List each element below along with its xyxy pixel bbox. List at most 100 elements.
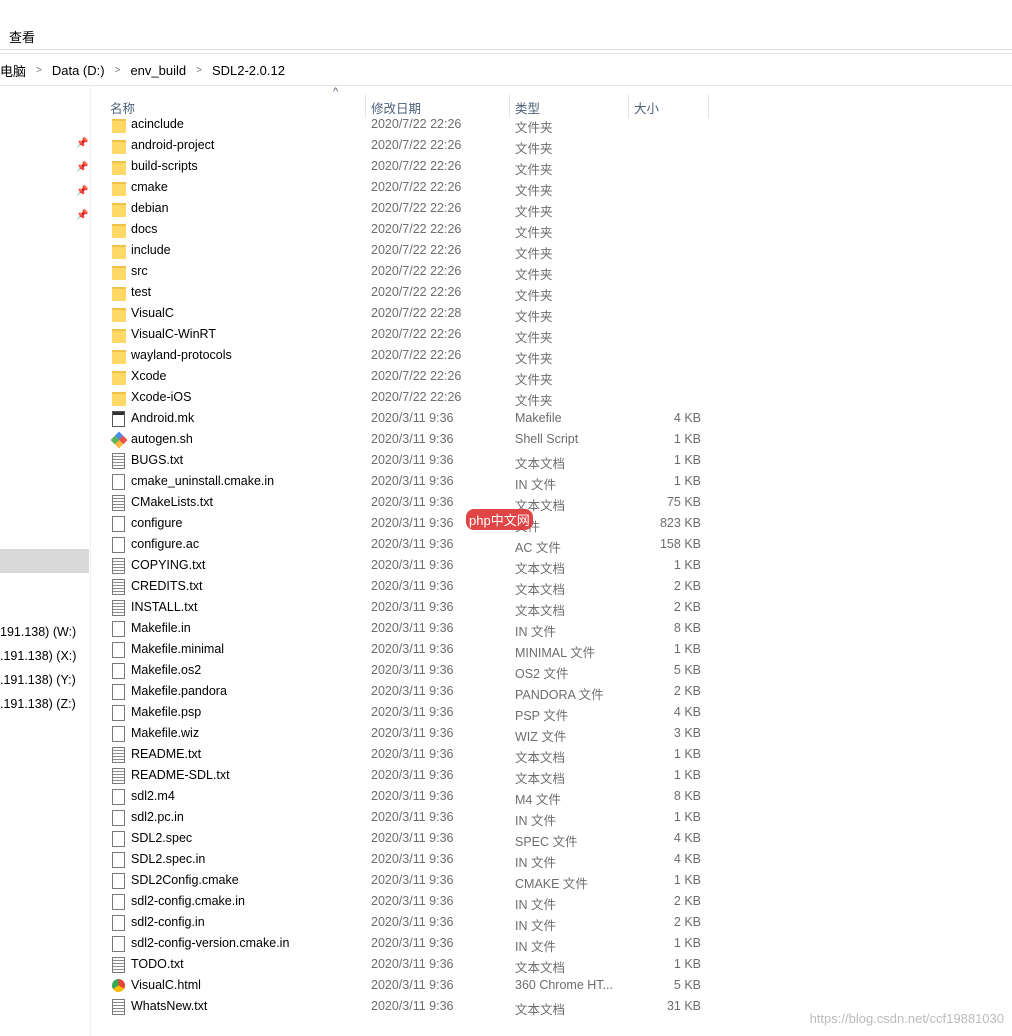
file-name: cmake_uninstall.cmake.in — [131, 474, 275, 488]
selected-nav-item[interactable] — [0, 549, 89, 573]
breadcrumb-drive[interactable]: Data (D:) — [52, 63, 105, 78]
file-row[interactable]: Makefile.pandora 2020/3/11 9:36 PANDORA … — [104, 681, 714, 702]
file-row[interactable]: SDL2Config.cmake 2020/3/11 9:36 CMAKE 文件… — [104, 870, 714, 891]
folder-icon — [112, 119, 126, 133]
file-row[interactable]: wayland-protocols 2020/7/22 22:26 文件夹 — [104, 345, 714, 366]
file-row[interactable]: src 2020/7/22 22:26 文件夹 — [104, 261, 714, 282]
file-row[interactable]: sdl2.m4 2020/3/11 9:36 M4 文件 8 KB — [104, 786, 714, 807]
file-date: 2020/7/22 22:26 — [371, 243, 462, 257]
file-size: 1 KB — [673, 432, 701, 446]
file-icon — [112, 663, 125, 679]
network-drive-z[interactable]: .191.138) (Z:) — [0, 697, 76, 711]
file-type: 文件夹 — [515, 268, 553, 282]
file-size: 4 KB — [673, 852, 701, 866]
file-row[interactable]: configure 2020/3/11 9:36 文件 823 KB — [104, 513, 714, 534]
file-type: 文件夹 — [515, 394, 553, 408]
file-row[interactable]: sdl2-config-version.cmake.in 2020/3/11 9… — [104, 933, 714, 954]
navigation-pane: 📌 📌 📌 📌 191.138) (W:) .191.138) (X:) .19… — [0, 86, 91, 1036]
chevron-right-icon[interactable]: > — [36, 65, 42, 76]
file-row[interactable]: include 2020/7/22 22:26 文件夹 — [104, 240, 714, 261]
network-drive-w[interactable]: 191.138) (W:) — [0, 625, 76, 639]
file-row[interactable]: docs 2020/7/22 22:26 文件夹 — [104, 219, 714, 240]
pin-icon[interactable]: 📌 — [76, 162, 88, 173]
file-icon — [112, 810, 125, 826]
file-name: SDL2Config.cmake — [131, 873, 239, 887]
file-type: CMAKE 文件 — [515, 877, 588, 891]
pin-icon[interactable]: 📌 — [76, 138, 88, 149]
breadcrumb-pc[interactable]: 电脑 — [0, 61, 26, 80]
file-row[interactable]: cmake_uninstall.cmake.in 2020/3/11 9:36 … — [104, 471, 714, 492]
file-date: 2020/7/22 22:26 — [371, 117, 462, 131]
file-icon — [112, 621, 125, 637]
file-row[interactable]: BUGS.txt 2020/3/11 9:36 文本文档 1 KB — [104, 450, 714, 471]
file-date: 2020/3/11 9:36 — [371, 957, 454, 971]
file-type: M4 文件 — [515, 793, 561, 807]
file-row[interactable]: COPYING.txt 2020/3/11 9:36 文本文档 1 KB — [104, 555, 714, 576]
file-row[interactable]: acinclude 2020/7/22 22:26 文件夹 — [104, 114, 714, 135]
file-type: Shell Script — [515, 432, 579, 446]
file-icon — [112, 705, 125, 721]
file-date: 2020/3/11 9:36 — [371, 936, 454, 950]
file-row[interactable]: sdl2-config.in 2020/3/11 9:36 IN 文件 2 KB — [104, 912, 714, 933]
php-watermark: php中文网 — [466, 509, 533, 530]
file-icon — [112, 873, 125, 889]
file-row[interactable]: sdl2.pc.in 2020/3/11 9:36 IN 文件 1 KB — [104, 807, 714, 828]
file-row[interactable]: Android.mk 2020/3/11 9:36 Makefile 4 KB — [104, 408, 714, 429]
file-row[interactable]: android-project 2020/7/22 22:26 文件夹 — [104, 135, 714, 156]
folder-icon — [112, 350, 126, 364]
file-row[interactable]: autogen.sh 2020/3/11 9:36 Shell Script 1… — [104, 429, 714, 450]
file-row[interactable]: README.txt 2020/3/11 9:36 文本文档 1 KB — [104, 744, 714, 765]
file-row[interactable]: Makefile.in 2020/3/11 9:36 IN 文件 8 KB — [104, 618, 714, 639]
folder-icon — [112, 140, 126, 154]
file-type: PSP 文件 — [515, 709, 569, 723]
breadcrumb-current[interactable]: SDL2-2.0.12 — [212, 63, 285, 78]
file-row[interactable]: SDL2.spec 2020/3/11 9:36 SPEC 文件 4 KB — [104, 828, 714, 849]
file-row[interactable]: VisualC 2020/7/22 22:28 文件夹 — [104, 303, 714, 324]
file-size: 1 KB — [673, 453, 701, 467]
menu-view[interactable]: 查看 — [9, 27, 35, 46]
pin-icon[interactable]: 📌 — [76, 186, 88, 197]
chevron-right-icon[interactable]: > — [196, 65, 202, 76]
file-type: 文本文档 — [515, 604, 566, 618]
file-type: 文本文档 — [515, 457, 566, 471]
chevron-right-icon[interactable]: > — [115, 65, 121, 76]
folder-icon — [112, 266, 126, 280]
file-row[interactable]: VisualC.html 2020/3/11 9:36 360 Chrome H… — [104, 975, 714, 996]
file-row[interactable]: Makefile.wiz 2020/3/11 9:36 WIZ 文件 3 KB — [104, 723, 714, 744]
file-type: 文本文档 — [515, 583, 566, 597]
file-row[interactable]: debian 2020/7/22 22:26 文件夹 — [104, 198, 714, 219]
file-icon — [112, 936, 125, 952]
file-row[interactable]: CMakeLists.txt 2020/3/11 9:36 文本文档 75 KB — [104, 492, 714, 513]
file-type: 文本文档 — [515, 751, 566, 765]
file-row[interactable]: Makefile.os2 2020/3/11 9:36 OS2 文件 5 KB — [104, 660, 714, 681]
file-row[interactable]: CREDITS.txt 2020/3/11 9:36 文本文档 2 KB — [104, 576, 714, 597]
file-row[interactable]: Makefile.psp 2020/3/11 9:36 PSP 文件 4 KB — [104, 702, 714, 723]
file-row[interactable]: INSTALL.txt 2020/3/11 9:36 文本文档 2 KB — [104, 597, 714, 618]
file-row[interactable]: Makefile.minimal 2020/3/11 9:36 MINIMAL … — [104, 639, 714, 660]
file-row[interactable]: WhatsNew.txt 2020/3/11 9:36 文本文档 31 KB — [104, 996, 714, 1017]
file-name: acinclude — [131, 117, 184, 131]
network-drive-y[interactable]: .191.138) (Y:) — [0, 673, 76, 687]
file-row[interactable]: TODO.txt 2020/3/11 9:36 文本文档 1 KB — [104, 954, 714, 975]
file-date: 2020/7/22 22:26 — [371, 369, 462, 383]
network-drive-x[interactable]: .191.138) (X:) — [0, 649, 76, 663]
file-date: 2020/3/11 9:36 — [371, 852, 454, 866]
file-name: CMakeLists.txt — [131, 495, 213, 509]
file-row[interactable]: build-scripts 2020/7/22 22:26 文件夹 — [104, 156, 714, 177]
file-name: Makefile.minimal — [131, 642, 225, 656]
file-row[interactable]: README-SDL.txt 2020/3/11 9:36 文本文档 1 KB — [104, 765, 714, 786]
file-row[interactable]: SDL2.spec.in 2020/3/11 9:36 IN 文件 4 KB — [104, 849, 714, 870]
file-row[interactable]: cmake 2020/7/22 22:26 文件夹 — [104, 177, 714, 198]
file-row[interactable]: Xcode-iOS 2020/7/22 22:26 文件夹 — [104, 387, 714, 408]
file-row[interactable]: test 2020/7/22 22:26 文件夹 — [104, 282, 714, 303]
file-size: 2 KB — [673, 894, 701, 908]
file-row[interactable]: VisualC-WinRT 2020/7/22 22:26 文件夹 — [104, 324, 714, 345]
pin-icon[interactable]: 📌 — [76, 210, 88, 221]
folder-icon — [112, 182, 126, 196]
file-type: IN 文件 — [515, 919, 556, 933]
file-row[interactable]: sdl2-config.cmake.in 2020/3/11 9:36 IN 文… — [104, 891, 714, 912]
file-row[interactable]: configure.ac 2020/3/11 9:36 AC 文件 158 KB — [104, 534, 714, 555]
file-row[interactable]: Xcode 2020/7/22 22:26 文件夹 — [104, 366, 714, 387]
breadcrumb-env-build[interactable]: env_build — [130, 63, 186, 78]
file-type: 360 Chrome HT... — [515, 978, 613, 992]
